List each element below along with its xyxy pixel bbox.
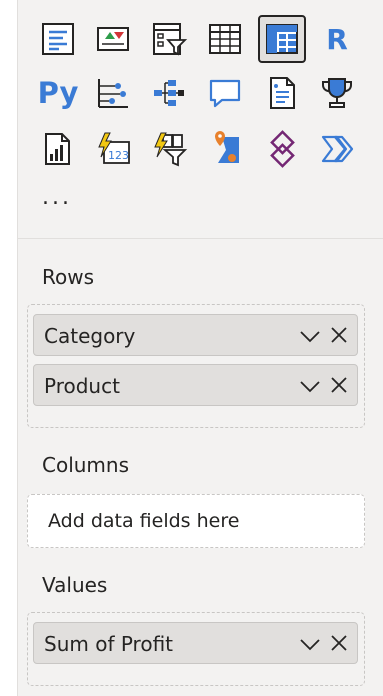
kpi-visual-icon[interactable] [93, 19, 133, 59]
columns-label: Columns [42, 453, 130, 477]
decomposition-tree-visual-icon[interactable] [149, 73, 189, 113]
smart-narrative-visual-icon[interactable] [262, 73, 302, 113]
paginated-report-visual-icon[interactable] [38, 129, 78, 169]
azure-map-visual-icon[interactable] [205, 129, 245, 169]
values-label: Values [42, 573, 108, 597]
table-visual-icon[interactable] [205, 19, 245, 59]
field-label: Sum of Profit [44, 632, 174, 656]
section-divider [17, 238, 383, 239]
power-automate-filter-visual-icon[interactable] [149, 129, 189, 169]
close-icon[interactable] [329, 375, 349, 395]
qa-visual-icon[interactable] [205, 73, 245, 113]
columns-placeholder: Add data fields here [48, 510, 240, 532]
close-icon[interactable] [329, 325, 349, 345]
power-automate-visual-icon[interactable] [317, 129, 357, 169]
chevron-down-icon[interactable] [299, 633, 321, 655]
field-label: Category [44, 324, 136, 348]
slicer-visual-icon[interactable] [149, 19, 189, 59]
rows-well[interactable]: Category Product [27, 304, 365, 428]
values-well[interactable]: Sum of Profit [27, 612, 365, 686]
rows-field-category[interactable]: Category [33, 314, 358, 356]
rows-field-product[interactable]: Product [33, 364, 358, 406]
rows-label: Rows [42, 265, 95, 289]
r-script-visual-icon[interactable]: R [317, 19, 357, 59]
more-visuals-button[interactable]: ... [42, 185, 72, 210]
values-field-sum-of-profit[interactable]: Sum of Profit [33, 622, 358, 664]
key-influencers-visual-icon[interactable] [93, 73, 133, 113]
power-apps-card-visual-icon[interactable]: 123 [93, 129, 133, 169]
columns-well[interactable]: Add data fields here [27, 494, 365, 548]
field-label: Product [44, 374, 120, 398]
power-apps-visual-icon[interactable] [262, 129, 302, 169]
python-visual-icon[interactable]: Py [38, 73, 79, 113]
chevron-down-icon[interactable] [299, 375, 321, 397]
matrix-visual-icon[interactable] [258, 15, 306, 63]
svg-text:123: 123 [108, 149, 129, 162]
text-box-visual-icon[interactable] [38, 19, 78, 59]
close-icon[interactable] [329, 633, 349, 653]
chevron-down-icon[interactable] [299, 325, 321, 347]
metrics-trophy-visual-icon[interactable] [317, 73, 357, 113]
